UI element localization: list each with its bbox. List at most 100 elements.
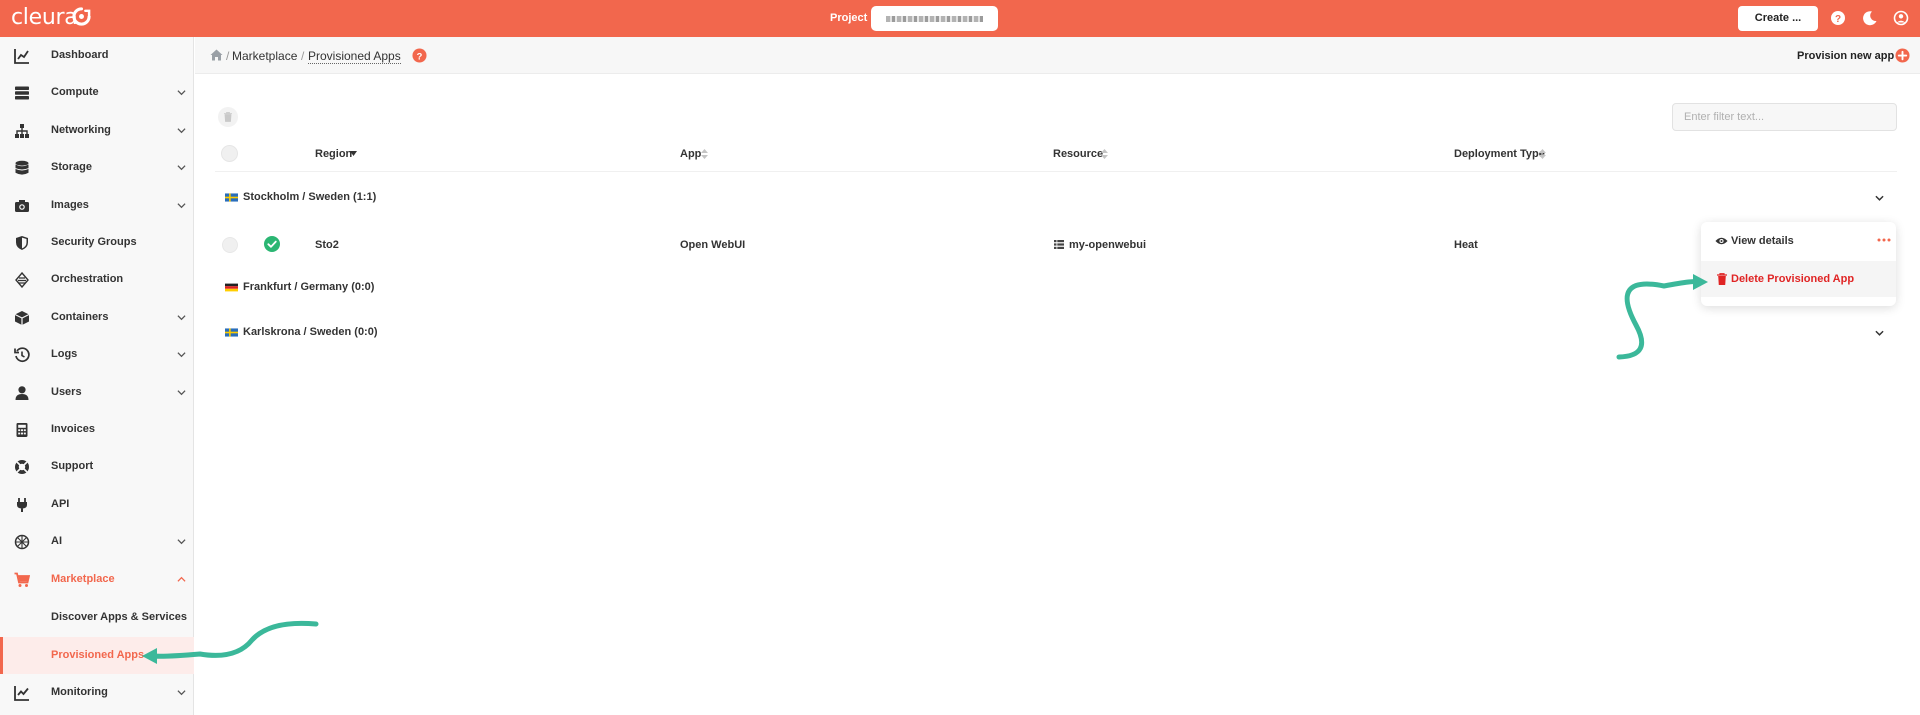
group-row-karlskrona[interactable]: Karlskrona / Sweden (0:0) <box>215 322 1897 348</box>
column-header-resource[interactable]: Resource <box>1053 148 1103 160</box>
sidebar-item-support[interactable]: Support <box>0 448 194 485</box>
sort-desc-icon[interactable] <box>350 151 357 156</box>
sidebar-subitem-discover-apps-services[interactable]: Discover Apps & Services <box>0 599 194 636</box>
chevron-down-icon[interactable] <box>177 313 186 322</box>
history-icon <box>14 347 30 363</box>
sidebar-item-dashboard[interactable]: Dashboard <box>0 37 194 74</box>
view-details-menu-item[interactable]: View details <box>1701 223 1896 259</box>
delete-provisioned-app-menu-item[interactable]: Delete Provisioned App <box>1701 261 1896 297</box>
help-icon[interactable]: ? <box>1830 10 1846 26</box>
top-bar: cleura Project Create ... ? <box>0 0 1920 37</box>
orchestration-icon <box>15 272 29 289</box>
brand-logo[interactable]: cleura <box>11 5 78 30</box>
group-label: Frankfurt / Germany (0:0) <box>243 281 375 293</box>
sidebar-item-label: Users <box>51 385 82 398</box>
ellipsis-icon[interactable] <box>1877 238 1891 242</box>
help-circle-icon[interactable]: ? <box>412 48 427 63</box>
chevron-up-icon[interactable] <box>177 575 186 584</box>
sidebar-item-label: Networking <box>51 123 111 136</box>
group-row-frankfurt[interactable]: Frankfurt / Germany (0:0) <box>215 277 1897 303</box>
sidebar-subitem-provisioned-apps[interactable]: Provisioned Apps <box>0 636 194 674</box>
sweden-flag-icon <box>225 193 238 202</box>
lifering-icon <box>15 460 29 475</box>
chevron-down-icon[interactable] <box>177 163 186 172</box>
trash-icon <box>224 112 232 122</box>
home-icon[interactable] <box>210 49 223 61</box>
sidebar-item-ai[interactable]: AI <box>0 523 194 560</box>
group-label: Stockholm / Sweden (1:1) <box>243 191 377 203</box>
project-label: Project <box>830 12 868 24</box>
network-icon <box>15 123 29 138</box>
moon-icon[interactable] <box>1862 10 1878 26</box>
sidebar-item-label: Storage <box>51 161 92 174</box>
group-row-stockholm[interactable]: Stockholm / Sweden (1:1) <box>215 187 1897 213</box>
sidebar-item-security-groups[interactable]: Security Groups <box>0 224 194 261</box>
sidebar-item-networking[interactable]: Networking <box>0 112 194 149</box>
sort-icon[interactable] <box>1539 149 1546 159</box>
calculator-icon <box>16 423 28 437</box>
chevron-down-icon[interactable] <box>177 688 186 697</box>
delete-provisioned-app-label: Delete Provisioned App <box>1731 273 1855 285</box>
row-checkbox[interactable] <box>222 237 238 253</box>
sidebar-item-label: Dashboard <box>51 49 109 61</box>
sort-icon[interactable] <box>1101 149 1108 159</box>
header-divider <box>215 171 1897 172</box>
shield-icon <box>16 236 28 250</box>
chevron-down-icon[interactable] <box>1875 194 1884 202</box>
sidebar-item-images[interactable]: Images <box>0 187 194 224</box>
breadcrumb-marketplace[interactable]: Marketplace <box>232 49 297 63</box>
cart-icon <box>14 572 30 587</box>
monitoring-icon <box>14 686 29 701</box>
sidebar-item-containers[interactable]: Containers <box>0 299 194 336</box>
breadcrumb-provisioned-apps: Provisioned Apps <box>308 49 401 64</box>
sidebar-item-label: Orchestration <box>51 273 124 286</box>
annotation-arrows <box>142 274 1708 664</box>
group-label: Karlskrona / Sweden (0:0) <box>243 326 378 338</box>
sidebar-item-label: Marketplace <box>51 572 115 585</box>
sort-icon[interactable] <box>701 149 708 159</box>
sidebar-item-api[interactable]: API <box>0 486 194 523</box>
column-header-app[interactable]: App <box>680 148 701 160</box>
chevron-down-icon[interactable] <box>177 88 186 97</box>
sidebar-item-storage[interactable]: Storage <box>0 149 194 186</box>
sidebar-item-invoices[interactable]: Invoices <box>0 411 194 448</box>
column-header-deployment-type[interactable]: Deployment Type <box>1454 148 1545 160</box>
chevron-down-icon[interactable] <box>177 201 186 210</box>
user-icon[interactable] <box>1893 10 1909 26</box>
column-header-region[interactable]: Region <box>315 148 352 160</box>
sidebar-item-label: API <box>51 497 70 510</box>
bulk-delete-button[interactable] <box>218 107 238 127</box>
filter-input[interactable] <box>1672 103 1897 131</box>
sidebar-subitem-label: Provisioned Apps <box>51 648 145 661</box>
sidebar-item-orchestration[interactable]: Orchestration <box>0 261 194 298</box>
chevron-down-icon[interactable] <box>177 537 186 546</box>
sidebar-item-label: Invoices <box>51 423 96 435</box>
create-button[interactable]: Create ... <box>1738 6 1818 31</box>
chevron-down-icon[interactable] <box>177 388 186 397</box>
plus-circle-icon[interactable] <box>1895 48 1910 63</box>
project-selector[interactable] <box>871 6 998 31</box>
germany-flag-icon <box>225 283 238 292</box>
sidebar-item-marketplace[interactable]: Marketplace <box>0 561 194 598</box>
chevron-down-icon[interactable] <box>177 350 186 359</box>
svg-text:?: ? <box>1835 14 1841 25</box>
cell-app: Open WebUI <box>680 239 746 251</box>
server-icon <box>15 86 29 100</box>
chevron-down-icon[interactable] <box>1875 329 1884 337</box>
user-icon <box>15 385 29 400</box>
sidebar-item-users[interactable]: Users <box>0 374 194 411</box>
select-all-checkbox[interactable] <box>221 145 238 162</box>
list-icon <box>1054 240 1064 249</box>
sidebar-item-logs[interactable]: Logs <box>0 336 194 373</box>
provision-new-app-label[interactable]: Provision new app <box>1797 50 1894 62</box>
sidebar-item-label: AI <box>51 535 62 548</box>
breadcrumb: / Marketplace / Provisioned Apps ? Provi… <box>195 37 1920 74</box>
sidebar-item-label: Security Groups <box>51 236 137 248</box>
sidebar-item-compute[interactable]: Compute <box>0 74 194 111</box>
active-indicator <box>0 636 3 674</box>
sidebar-item-monitoring[interactable]: Monitoring <box>0 674 194 711</box>
cube-icon <box>14 310 30 325</box>
chevron-down-icon[interactable] <box>177 126 186 135</box>
cell-resource[interactable]: my-openwebui <box>1069 239 1146 251</box>
trash-icon <box>1717 273 1727 285</box>
